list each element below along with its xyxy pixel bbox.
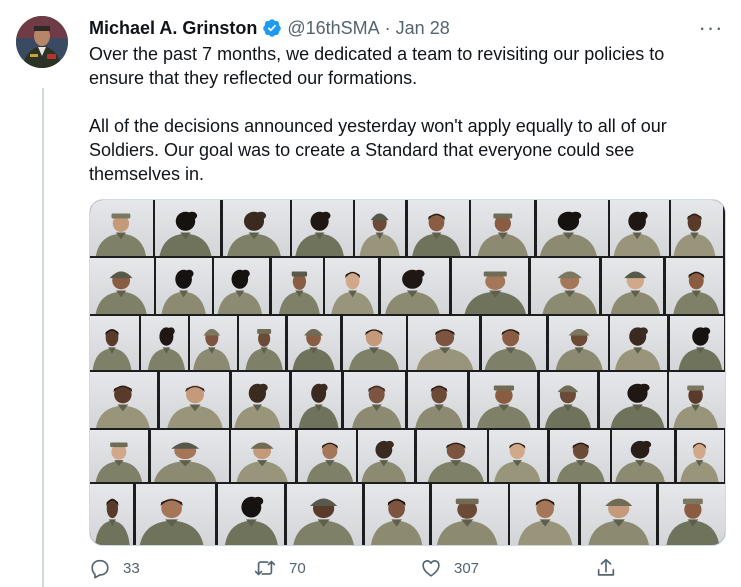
verified-badge-icon	[262, 18, 282, 38]
collage-portrait	[90, 200, 153, 256]
like-button[interactable]: 307	[420, 557, 479, 579]
collage-portrait	[469, 372, 538, 428]
tweet-paragraph: Over the past 7 months, we dedicated a t…	[89, 44, 665, 88]
collage-portrait	[297, 430, 356, 482]
collage-portrait	[90, 484, 134, 545]
collage-portrait	[365, 484, 430, 545]
collage-portrait	[222, 200, 290, 256]
photo-collage	[90, 200, 725, 545]
tweet-photo[interactable]	[89, 199, 726, 546]
collage-portrait	[530, 258, 599, 314]
collage-portrait	[481, 316, 547, 370]
collage-portrait	[90, 316, 139, 370]
collage-portrait	[343, 372, 406, 428]
collage-portrait	[676, 430, 725, 482]
collage-portrait	[510, 484, 579, 545]
collage-portrait	[292, 200, 353, 256]
collage-portrait	[665, 258, 724, 314]
collage-portrait	[90, 430, 148, 482]
collage-portrait	[416, 430, 487, 482]
collage-portrait	[610, 316, 667, 370]
collage-portrait	[536, 200, 608, 256]
collage-portrait	[669, 372, 725, 428]
collage-portrait	[539, 372, 598, 428]
tweet-header: Michael A. Grinston @16thSMA · Jan 28 ··…	[89, 15, 725, 40]
collage-portrait	[135, 484, 216, 545]
collage-portrait	[271, 258, 323, 314]
collage-portrait	[381, 258, 450, 314]
collage-portrait	[431, 484, 508, 545]
more-icon[interactable]: ···	[697, 15, 725, 40]
collage-portrait	[156, 258, 212, 314]
collage-portrait	[217, 484, 285, 545]
retweet-count: 70	[289, 559, 306, 577]
collage-portrait	[141, 316, 188, 370]
collage-portrait	[287, 316, 341, 370]
reply-button[interactable]: 33	[89, 557, 140, 579]
collage-portrait	[231, 372, 290, 428]
tweet-paragraph: All of the decisions announced yesterday…	[89, 116, 667, 184]
collage-portrait	[90, 258, 154, 314]
collage-portrait	[408, 200, 469, 256]
tweet-actions: 33 70 307	[89, 557, 724, 583]
collage-portrait	[286, 484, 363, 545]
retweet-icon	[254, 560, 276, 576]
collage-portrait	[612, 430, 674, 482]
collage-portrait	[343, 316, 406, 370]
collage-portrait	[238, 316, 286, 370]
collage-portrait	[549, 430, 610, 482]
collage-portrait	[90, 372, 158, 428]
collage-portrait	[601, 258, 664, 314]
collage-portrait	[408, 316, 480, 370]
collage-portrait	[231, 430, 296, 482]
avatar-portrait-icon	[16, 16, 68, 68]
author-name[interactable]: Michael A. Grinston	[89, 18, 257, 39]
thread-line	[42, 88, 44, 587]
author-handle[interactable]: @16thSMA	[287, 18, 379, 39]
separator-dot: ·	[384, 17, 391, 38]
tweet-date[interactable]: Jan 28	[396, 18, 450, 39]
share-button[interactable]	[595, 557, 617, 579]
collage-portrait	[471, 200, 534, 256]
collage-portrait	[671, 200, 724, 256]
collage-portrait	[355, 200, 406, 256]
like-count: 307	[454, 559, 480, 577]
collage-portrait	[150, 430, 229, 482]
collage-portrait	[407, 372, 468, 428]
share-icon	[597, 558, 615, 576]
collage-portrait	[325, 258, 379, 314]
collage-portrait	[159, 372, 229, 428]
collage-portrait	[549, 316, 608, 370]
collage-portrait	[155, 200, 221, 256]
collage-portrait	[214, 258, 270, 314]
collage-portrait	[489, 430, 547, 482]
collage-portrait	[291, 372, 342, 428]
retweet-button[interactable]: 70	[253, 557, 306, 579]
avatar[interactable]	[16, 16, 68, 68]
collage-portrait	[610, 200, 669, 256]
collage-portrait	[190, 316, 237, 370]
collage-portrait	[358, 430, 414, 482]
collage-portrait	[599, 372, 667, 428]
collage-portrait	[659, 484, 725, 545]
heart-icon	[422, 560, 440, 577]
tweet-text: Over the past 7 months, we dedicated a t…	[89, 42, 719, 186]
reply-count: 33	[123, 559, 140, 577]
collage-portrait	[580, 484, 657, 545]
collage-portrait	[451, 258, 529, 314]
collage-portrait	[669, 316, 725, 370]
reply-icon	[91, 559, 109, 579]
